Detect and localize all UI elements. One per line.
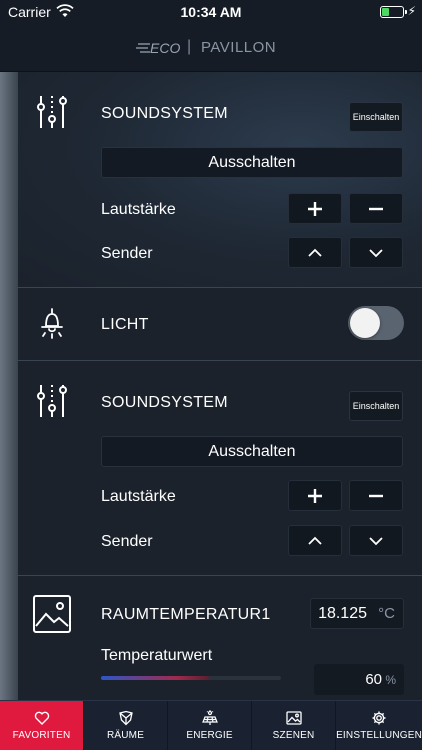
battery-fill [382, 8, 389, 16]
tab-label: FAVORITEN [12, 730, 71, 741]
app-header: ECO | PAVILLON [0, 24, 422, 72]
heart-icon [34, 711, 49, 725]
volume-down-button[interactable] [349, 193, 403, 224]
tab-raeume[interactable]: RÄUME [84, 701, 169, 750]
sliders-icon [37, 96, 67, 128]
chevron-down-icon [369, 248, 383, 257]
logo-text: ECO [150, 40, 180, 56]
battery-icon [380, 6, 407, 18]
slider-label: Temperaturwert [101, 647, 213, 664]
volume-down-button[interactable] [349, 480, 403, 511]
header-separator: | [187, 38, 192, 55]
plus-icon [308, 201, 322, 216]
lamp-icon [41, 308, 63, 339]
eco-logo: ECO [136, 40, 180, 56]
volume-up-button[interactable] [288, 480, 342, 511]
temperature-card: RAUMTEMPERATUR1 18.125 °C Temperaturwert… [18, 576, 422, 700]
slider-fill [101, 676, 209, 680]
station-down-button[interactable] [349, 525, 403, 556]
image-icon [285, 711, 302, 725]
volume-label: Lautstärke [101, 488, 176, 505]
left-rail [0, 72, 18, 700]
temperature-value-box: 18.125 °C [310, 598, 404, 629]
station-label: Sender [101, 533, 153, 550]
power-on-button[interactable]: Einschalten [349, 102, 403, 132]
soundsystem-card-1: SOUNDSYSTEM Einschalten Ausschalten Laut… [18, 72, 422, 288]
power-off-button[interactable]: Ausschalten [101, 436, 403, 467]
temperature-value: 18.125 [318, 605, 367, 622]
status-time: 10:34 AM [180, 4, 242, 20]
percent-value-box: 60 % [314, 664, 404, 695]
charging-bolt-icon: ⚡ [407, 4, 416, 18]
power-off-button[interactable]: Ausschalten [101, 147, 403, 178]
minus-icon [369, 494, 383, 497]
tab-szenen[interactable]: SZENEN [252, 701, 337, 750]
volume-label: Lautstärke [101, 201, 176, 218]
shield-icon [118, 710, 133, 726]
volume-up-button[interactable] [288, 193, 342, 224]
light-card: LICHT [18, 288, 422, 361]
percent-unit: % [385, 673, 396, 687]
station-up-button[interactable] [288, 525, 342, 556]
minus-icon [369, 207, 383, 210]
percent-value: 60 [365, 671, 382, 688]
station-down-button[interactable] [349, 237, 403, 268]
image-icon [33, 595, 71, 633]
tab-energie[interactable]: ENERGIE [168, 701, 253, 750]
temperature-unit: °C [378, 605, 395, 622]
tab-label: EINSTELLUNGEN [336, 730, 422, 741]
sliders-icon [37, 385, 67, 417]
chevron-up-icon [308, 536, 322, 545]
power-on-button[interactable]: Einschalten [349, 391, 403, 421]
tab-label: ENERGIE [186, 730, 233, 741]
station-label: Sender [101, 245, 153, 262]
tab-bar: FAVORITEN RÄUME ENERGIE SZENEN EINSTELLU… [0, 700, 422, 750]
gear-icon [372, 711, 386, 725]
plus-icon [308, 488, 322, 503]
device-title: RAUMTEMPERATUR1 [101, 606, 271, 623]
device-title: LICHT [101, 316, 149, 333]
device-title: SOUNDSYSTEM [101, 105, 228, 122]
soundsystem-card-2: SOUNDSYSTEM Einschalten Ausschalten Laut… [18, 361, 422, 576]
tab-einstellungen[interactable]: EINSTELLUNGEN [336, 701, 422, 750]
toggle-knob [350, 308, 380, 338]
temperature-slider[interactable] [101, 676, 281, 680]
solar-panel-icon [201, 710, 218, 725]
chevron-up-icon [308, 248, 322, 257]
light-toggle[interactable] [348, 306, 404, 340]
page-title: PAVILLON [201, 39, 277, 56]
status-bar: Carrier 10:34 AM ⚡ [0, 0, 422, 24]
station-up-button[interactable] [288, 237, 342, 268]
tab-label: SZENEN [272, 730, 315, 741]
tab-favoriten[interactable]: FAVORITEN [0, 701, 85, 750]
chevron-down-icon [369, 536, 383, 545]
tab-label: RÄUME [106, 730, 145, 741]
device-title: SOUNDSYSTEM [101, 394, 228, 411]
